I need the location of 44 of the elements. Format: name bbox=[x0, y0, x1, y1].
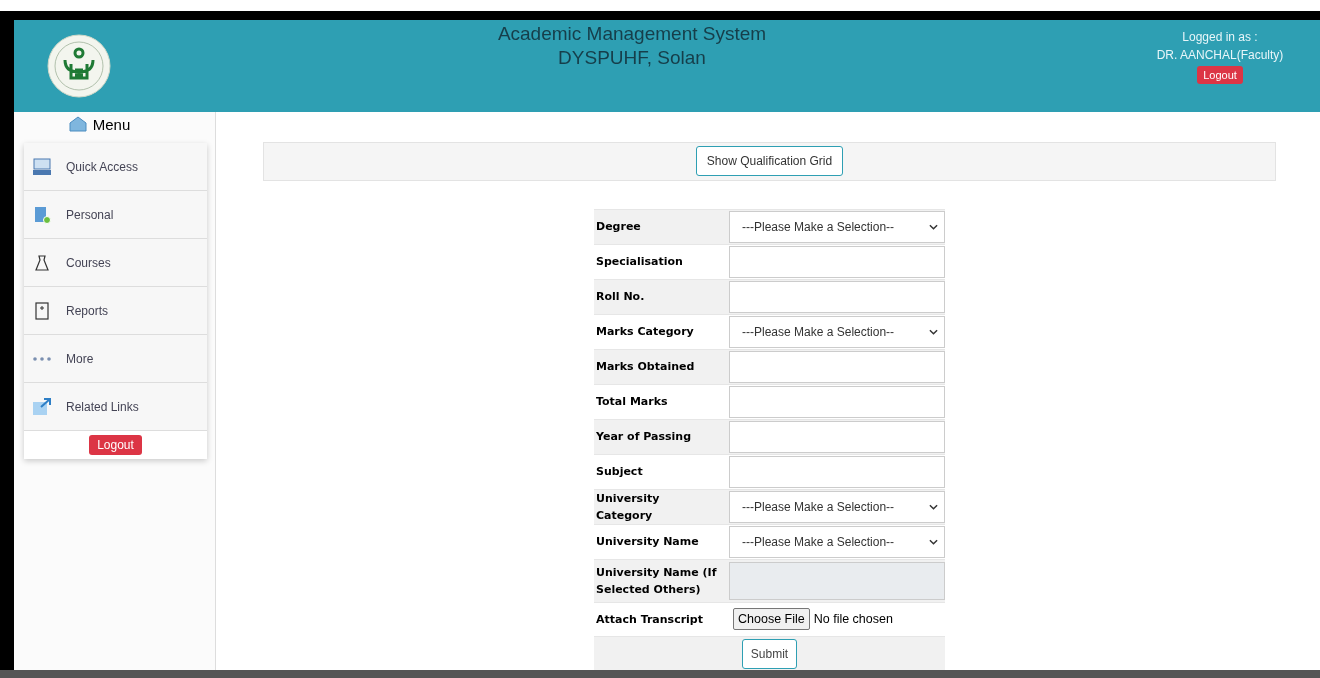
input-field[interactable] bbox=[729, 350, 945, 383]
select-field[interactable]: ---Please Make a Selection-- bbox=[729, 210, 945, 243]
field-label: University Name (If Selected Others) bbox=[594, 559, 729, 602]
document-icon bbox=[32, 205, 52, 224]
app-title: Academic Management System bbox=[496, 22, 768, 46]
menu-item[interactable]: Quick Access bbox=[24, 143, 207, 191]
menu-item[interactable]: Courses bbox=[24, 239, 207, 287]
choose-file-button[interactable]: Choose File bbox=[733, 608, 810, 630]
input-field[interactable] bbox=[729, 385, 945, 418]
university-logo-icon bbox=[47, 34, 111, 98]
logout-button[interactable]: Logout bbox=[1197, 66, 1243, 84]
chevron-down-icon bbox=[929, 328, 938, 335]
submit-button[interactable]: Submit bbox=[741, 639, 798, 670]
field-label: Marks Obtained bbox=[594, 349, 729, 384]
input-field[interactable] bbox=[729, 280, 945, 313]
more-dots-icon bbox=[32, 356, 52, 361]
chevron-down-icon bbox=[929, 223, 938, 230]
field-label: Year of Passing bbox=[594, 419, 729, 454]
menu-item[interactable]: Reports bbox=[24, 287, 207, 335]
user-name: DR. AANCHAL(Faculty) bbox=[1155, 47, 1285, 64]
field-label: University Category bbox=[594, 489, 729, 524]
field-label: Degree bbox=[594, 209, 729, 244]
report-icon bbox=[32, 301, 52, 320]
select-field[interactable]: ---Please Make a Selection-- bbox=[729, 490, 945, 523]
file-status: No file chosen bbox=[813, 612, 893, 626]
menu-item[interactable]: Personal bbox=[24, 191, 207, 239]
external-link-icon bbox=[32, 397, 52, 416]
select-field[interactable]: ---Please Make a Selection-- bbox=[729, 315, 945, 348]
chevron-down-icon bbox=[929, 503, 938, 510]
logout-button[interactable]: Logout bbox=[89, 435, 142, 455]
show-grid-button[interactable]: Show Qualification Grid bbox=[695, 146, 844, 177]
home-icon bbox=[68, 116, 87, 132]
field-label: Roll No. bbox=[594, 279, 729, 314]
input-field[interactable] bbox=[729, 420, 945, 453]
logged-in-label: Logged in as : bbox=[1181, 29, 1259, 46]
select-field[interactable]: ---Please Make a Selection-- bbox=[729, 525, 945, 558]
bag-icon bbox=[32, 253, 52, 272]
menu-title: Menu bbox=[92, 115, 131, 133]
institution-name: DYSPUHF, Solan bbox=[557, 46, 707, 70]
chevron-down-icon bbox=[929, 538, 938, 545]
input-field[interactable] bbox=[729, 455, 945, 488]
input-field[interactable] bbox=[729, 245, 945, 278]
menu-item[interactable]: More bbox=[24, 335, 207, 383]
monitor-icon bbox=[32, 157, 52, 176]
